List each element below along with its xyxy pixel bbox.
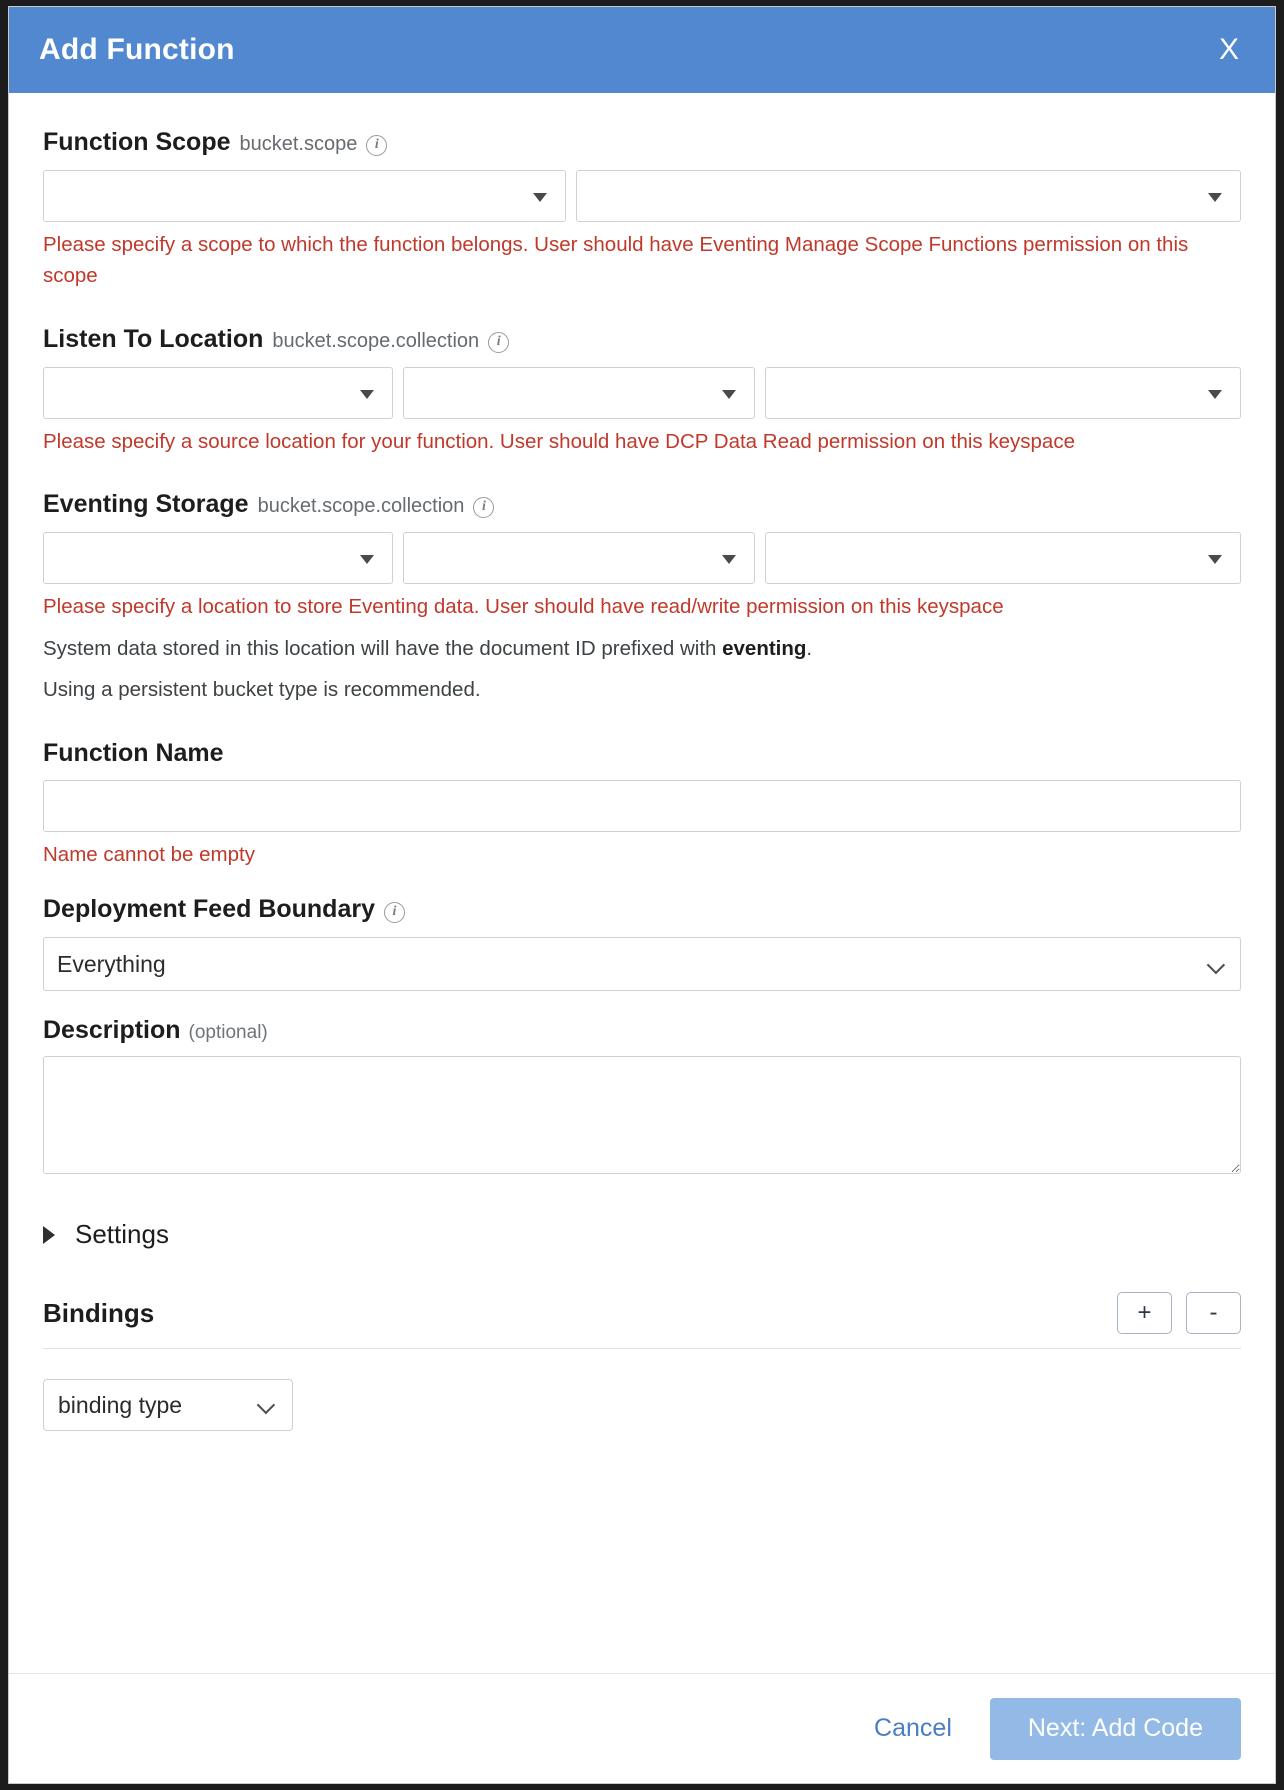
- eventing-prefix-keyword: eventing: [722, 636, 807, 660]
- eventing-storage-note-2: Using a persistent bucket type is recomm…: [43, 678, 481, 702]
- function-scope-label-text: Function Scope: [43, 128, 231, 156]
- close-icon[interactable]: X: [1213, 31, 1245, 69]
- bindings-title: Bindings: [43, 1297, 155, 1328]
- binding-row: binding type: [43, 1379, 1241, 1432]
- function-scope-error: Please specify a scope to which the func…: [43, 232, 1189, 288]
- description-label: Description (optional): [43, 1015, 1241, 1045]
- function-scope-sublabel: bucket.scope: [239, 133, 358, 155]
- add-binding-button[interactable]: +: [1117, 1292, 1172, 1335]
- eventing-storage-note-1: System data stored in this location will…: [43, 636, 723, 660]
- info-icon[interactable]: i: [366, 134, 388, 156]
- deployment-feed-boundary-wrap: Everything: [43, 936, 1241, 991]
- cancel-button[interactable]: Cancel: [870, 1708, 956, 1749]
- eventing-storage-error: Please specify a location to store Event…: [43, 594, 1004, 618]
- binding-type-wrap: binding type: [43, 1379, 293, 1432]
- bindings-header: Bindings + -: [43, 1292, 1241, 1335]
- description-textarea[interactable]: [43, 1056, 1241, 1175]
- eventing-storage-label-text: Eventing Storage: [43, 490, 249, 519]
- function-name-label: Function Name: [43, 740, 1241, 768]
- deployment-feed-boundary-label: Deployment Feed Boundary i: [43, 896, 1241, 925]
- listen-collection-select[interactable]: [765, 366, 1241, 419]
- storage-scope-select[interactable]: [403, 531, 755, 584]
- eventing-storage-sublabel: bucket.scope.collection: [257, 495, 465, 518]
- listen-to-location-row: [43, 366, 1241, 419]
- info-icon[interactable]: i: [473, 496, 495, 518]
- dialog-footer: Cancel Next: Add Code: [9, 1673, 1275, 1783]
- description-label-text: Description: [43, 1015, 181, 1044]
- binding-type-select[interactable]: binding type: [43, 1379, 293, 1432]
- eventing-storage-note-1-suffix: .: [806, 636, 813, 660]
- dialog-body: Function Scope bucket.scope i Please spe…: [9, 93, 1275, 1673]
- dialog-title: Add Function: [39, 33, 235, 66]
- function-name-error: Name cannot be empty: [43, 842, 255, 866]
- listen-bucket-select[interactable]: [43, 366, 393, 419]
- eventing-storage-note-prefix-line: System data stored in this location will…: [43, 634, 1241, 665]
- listen-to-location-label-text: Listen To Location: [43, 325, 264, 354]
- dialog-header: Add Function X: [9, 7, 1275, 93]
- function-scope-scope-select[interactable]: [576, 169, 1241, 222]
- listen-to-location-label: Listen To Location bucket.scope.collecti…: [43, 326, 1241, 355]
- remove-binding-button[interactable]: -: [1186, 1292, 1241, 1335]
- function-name-label-text: Function Name: [43, 739, 224, 768]
- listen-to-location-sublabel: bucket.scope.collection: [272, 330, 480, 353]
- storage-collection-select[interactable]: [765, 531, 1241, 584]
- function-scope-row: [43, 169, 1241, 222]
- settings-label: Settings: [75, 1219, 169, 1250]
- info-icon[interactable]: i: [384, 901, 405, 923]
- listen-to-location-error: Please specify a source location for you…: [43, 429, 1075, 453]
- screen: Add Function X Function Scope bucket.sco…: [0, 0, 1284, 1790]
- function-scope-bucket-select[interactable]: [43, 169, 566, 222]
- settings-toggle[interactable]: Settings: [43, 1219, 169, 1250]
- info-icon[interactable]: i: [488, 331, 510, 353]
- deployment-feed-boundary-label-text: Deployment Feed Boundary: [43, 895, 375, 924]
- bindings-button-group: + -: [1117, 1292, 1241, 1335]
- next-add-code-button[interactable]: Next: Add Code: [989, 1697, 1241, 1760]
- eventing-storage-row: [43, 531, 1241, 584]
- function-scope-label: Function Scope bucket.scope i: [43, 128, 1241, 158]
- storage-bucket-select[interactable]: [43, 531, 393, 584]
- chevron-right-icon: [43, 1225, 55, 1244]
- listen-scope-select[interactable]: [403, 366, 755, 419]
- add-function-dialog: Add Function X Function Scope bucket.sco…: [8, 6, 1276, 1784]
- description-optional-label: (optional): [188, 1021, 268, 1043]
- function-name-input[interactable]: [43, 779, 1241, 832]
- eventing-storage-label: Eventing Storage bucket.scope.collection…: [43, 491, 1241, 520]
- deployment-feed-boundary-select[interactable]: Everything: [43, 936, 1241, 991]
- bindings-divider: [43, 1348, 1241, 1350]
